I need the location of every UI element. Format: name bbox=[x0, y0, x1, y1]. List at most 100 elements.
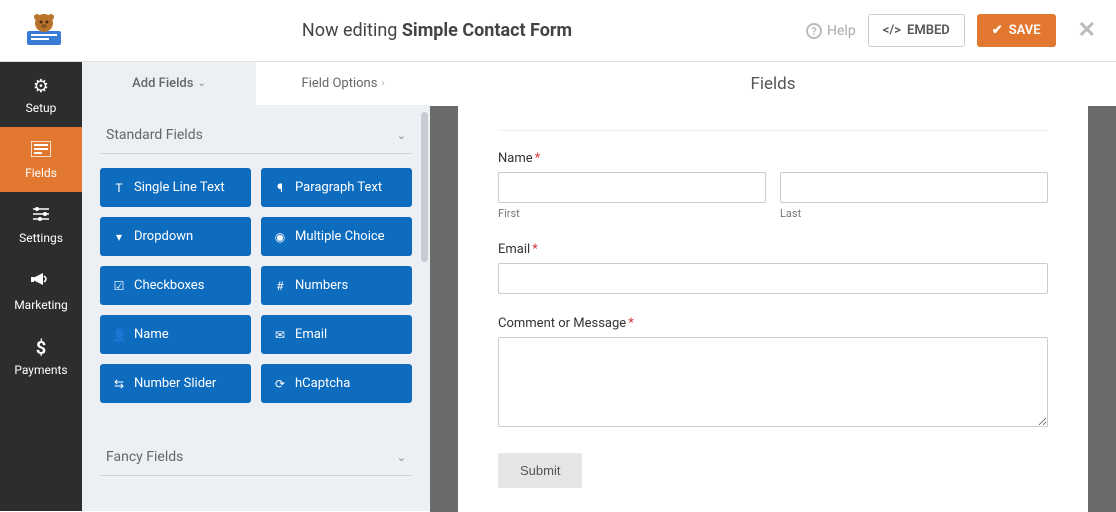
preview-header: Fields bbox=[430, 62, 1116, 106]
top-bar: Now editing Simple Contact Form ? Help <… bbox=[0, 0, 1116, 62]
field-name[interactable]: 👤 Name bbox=[100, 315, 251, 354]
last-name-input[interactable] bbox=[780, 172, 1048, 203]
chevron-down-icon: ⌄ bbox=[397, 451, 406, 464]
megaphone-icon bbox=[4, 271, 78, 294]
radio-icon: ◉ bbox=[273, 230, 287, 244]
field-multiple-choice[interactable]: ◉ Multiple Choice bbox=[261, 217, 412, 256]
field-label: Multiple Choice bbox=[295, 229, 385, 244]
preview-column: Fields Name* First Last bbox=[430, 62, 1116, 511]
nav-fields-label: Fields bbox=[25, 166, 57, 180]
first-sublabel: First bbox=[498, 207, 766, 220]
embed-label: EMBED bbox=[907, 23, 950, 38]
nav-setup[interactable]: ⚙ Setup bbox=[0, 62, 82, 127]
fields-panel: Add Fields ⌄ Field Options › Standard Fi… bbox=[82, 62, 430, 511]
first-name-input[interactable] bbox=[498, 172, 766, 203]
checkbox-icon: ☑ bbox=[112, 279, 126, 293]
fields-scroll[interactable]: Standard Fields ⌄ T Single Line Text ¶ Par… bbox=[82, 105, 430, 511]
field-single-line-text[interactable]: T Single Line Text bbox=[100, 168, 251, 207]
section-standard-title: Standard Fields bbox=[106, 127, 203, 143]
field-email[interactable]: ✉ Email bbox=[261, 315, 412, 354]
save-label: SAVE bbox=[1009, 23, 1041, 38]
section-fancy-fields[interactable]: Fancy Fields ⌄ bbox=[100, 427, 412, 476]
side-nav: ⚙ Setup Fields Settings Marketing $ Paym… bbox=[0, 62, 82, 511]
form-field-name[interactable]: Name* First Last bbox=[498, 151, 1048, 220]
email-input[interactable] bbox=[498, 263, 1048, 294]
field-label: Name bbox=[134, 327, 169, 342]
code-icon: </> bbox=[883, 23, 901, 38]
field-label: Single Line Text bbox=[134, 180, 225, 195]
field-label: Number Slider bbox=[134, 376, 216, 391]
nav-settings-label: Settings bbox=[19, 231, 63, 245]
tab-add-fields-label: Add Fields bbox=[132, 76, 193, 91]
form-preview[interactable]: Name* First Last Email* bbox=[458, 106, 1088, 512]
slider-icon: ⇆ bbox=[112, 377, 126, 391]
captcha-icon: ⟳ bbox=[273, 377, 287, 391]
scrollbar[interactable] bbox=[421, 112, 428, 262]
embed-button[interactable]: </> EMBED bbox=[868, 14, 965, 47]
form-icon bbox=[4, 141, 78, 162]
editing-prefix: Now editing bbox=[302, 20, 402, 41]
message-label: Comment or Message* bbox=[498, 316, 1048, 331]
sliders-icon bbox=[4, 206, 78, 227]
name-label: Name* bbox=[498, 151, 1048, 166]
standard-fields-grid: T Single Line Text ¶ Paragraph Text ▾ Dropd… bbox=[100, 168, 412, 403]
field-label: Checkboxes bbox=[134, 278, 204, 293]
dollar-icon: $ bbox=[4, 338, 78, 359]
help-link[interactable]: ? Help bbox=[806, 23, 856, 39]
main: ⚙ Setup Fields Settings Marketing $ Paym… bbox=[0, 62, 1116, 511]
form-field-email[interactable]: Email* bbox=[498, 242, 1048, 294]
chevron-down-icon: ⌄ bbox=[197, 78, 205, 89]
field-label: Email bbox=[295, 327, 327, 342]
user-icon: 👤 bbox=[112, 328, 126, 342]
required-mark: * bbox=[532, 242, 538, 257]
check-icon: ✔ bbox=[992, 23, 1003, 38]
field-checkboxes[interactable]: ☑ Checkboxes bbox=[100, 266, 251, 305]
tab-add-fields[interactable]: Add Fields ⌄ bbox=[82, 62, 256, 105]
editing-title: Now editing Simple Contact Form bbox=[68, 20, 806, 41]
help-label: Help bbox=[827, 23, 856, 39]
nav-marketing[interactable]: Marketing bbox=[0, 257, 82, 324]
envelope-icon: ✉ bbox=[273, 328, 287, 342]
field-label: Dropdown bbox=[134, 229, 193, 244]
nav-marketing-label: Marketing bbox=[14, 298, 68, 312]
field-label: Numbers bbox=[295, 278, 348, 293]
submit-button[interactable]: Submit bbox=[498, 453, 582, 488]
form-field-message[interactable]: Comment or Message* bbox=[498, 316, 1048, 431]
form-name: Simple Contact Form bbox=[402, 20, 572, 41]
nav-payments[interactable]: $ Payments bbox=[0, 324, 82, 389]
field-dropdown[interactable]: ▾ Dropdown bbox=[100, 217, 251, 256]
tab-field-options[interactable]: Field Options › bbox=[256, 62, 430, 105]
field-paragraph-text[interactable]: ¶ Paragraph Text bbox=[261, 168, 412, 207]
required-mark: * bbox=[535, 151, 541, 166]
save-button[interactable]: ✔ SAVE bbox=[977, 14, 1056, 47]
nav-setup-label: Setup bbox=[26, 101, 57, 115]
chevron-down-icon: ⌄ bbox=[397, 129, 406, 142]
field-numbers[interactable]: # Numbers bbox=[261, 266, 412, 305]
field-hcaptcha[interactable]: ⟳ hCaptcha bbox=[261, 364, 412, 403]
required-mark: * bbox=[628, 316, 634, 331]
last-sublabel: Last bbox=[780, 207, 1048, 220]
hash-icon: # bbox=[273, 279, 287, 293]
app-logo bbox=[20, 7, 68, 55]
message-textarea[interactable] bbox=[498, 337, 1048, 427]
top-actions: ? Help </> EMBED ✔ SAVE ✕ bbox=[806, 14, 1096, 47]
email-label: Email* bbox=[498, 242, 1048, 257]
field-label: hCaptcha bbox=[295, 376, 350, 391]
close-button[interactable]: ✕ bbox=[1078, 18, 1096, 43]
preview-body-wrap: Name* First Last Email* bbox=[430, 106, 1116, 512]
chevron-right-icon: › bbox=[381, 78, 384, 89]
text-icon: T bbox=[112, 181, 126, 195]
section-fancy-title: Fancy Fields bbox=[106, 449, 183, 465]
nav-payments-label: Payments bbox=[14, 363, 67, 377]
field-label: Paragraph Text bbox=[295, 180, 382, 195]
tab-field-options-label: Field Options bbox=[302, 76, 378, 91]
paragraph-icon: ¶ bbox=[273, 181, 287, 195]
section-standard-fields[interactable]: Standard Fields ⌄ bbox=[100, 105, 412, 154]
gear-icon: ⚙ bbox=[4, 76, 78, 97]
field-number-slider[interactable]: ⇆ Number Slider bbox=[100, 364, 251, 403]
help-icon: ? bbox=[806, 23, 822, 39]
dropdown-icon: ▾ bbox=[112, 230, 126, 244]
nav-settings[interactable]: Settings bbox=[0, 192, 82, 257]
nav-fields[interactable]: Fields bbox=[0, 127, 82, 192]
panel-tabs: Add Fields ⌄ Field Options › bbox=[82, 62, 430, 105]
